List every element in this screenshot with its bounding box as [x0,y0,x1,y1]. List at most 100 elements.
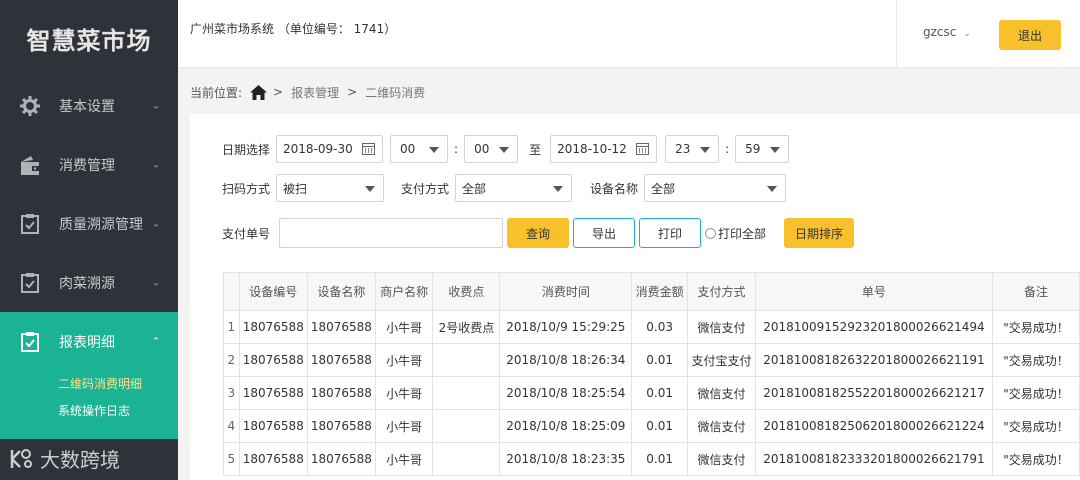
cell-consume-time: 2018/10/8 18:25:09 [499,409,633,443]
table-row[interactable]: 1 18076588 18076588 小牛哥 2号收费点 2018/10/9 15:29… [223,310,1080,344]
calendar-icon [362,143,376,155]
cell-charge-point: 2号收费点 [432,310,501,344]
start-date-input[interactable]: 2018-09-30 [276,135,384,163]
time-colon: : [454,142,459,156]
cell-amount: 0.01 [631,442,689,476]
wallet-icon [18,153,42,177]
date-sort-button[interactable]: 日期排序 [784,218,855,248]
cell-pay-method: 支付宝支付 [687,343,756,377]
cell-remark: "交易成功！ [992,409,1080,443]
cell-row-index: 1 [223,310,240,344]
clipboard-icon [18,212,42,236]
cell-amount: 0.03 [631,310,689,344]
sidebar-item-basic-settings[interactable]: 基本设置 ⌄ [0,76,178,135]
device-name-value: 全部 [651,181,676,196]
home-icon[interactable] [250,84,268,100]
consumption-table: 设备编号 设备名称 商户名称 收费点 消费时间 消费金额 支付方式 单号 备注 … [223,272,1080,476]
action-row: 支付单号 查询 导出 打印 打印全部 日期排序 [222,218,855,248]
date-label: 日期选择 [222,142,271,157]
end-minute-select[interactable]: 59 [735,135,790,163]
column-header[interactable]: 消费金额 [631,272,689,311]
cell-consume-time: 2018/10/9 15:29:25 [499,310,633,344]
sidebar-subnav: 二维码消费明细 系统操作日志 [0,371,178,439]
chevron-down-icon: ⌄ [151,218,160,229]
pay-no-input[interactable] [279,218,504,248]
query-button[interactable]: 查询 [507,218,570,248]
end-minute-value: 59 [745,142,761,156]
chevron-up-icon: ⌃ [151,336,160,347]
sidebar-item-label: 报表明细 [59,334,115,351]
start-minute-select[interactable]: 00 [464,135,519,163]
cell-pay-method: 微信支付 [687,310,756,344]
pay-method-select[interactable]: 全部 [455,174,573,202]
table-row[interactable]: 4 18076588 18076588 小牛哥 2018/10/8 18:25:09 0.… [223,409,1080,443]
subnav-item-operation-log[interactable]: 系统操作日志 [58,398,178,425]
start-date-value: 2018-09-30 [283,142,353,156]
export-button[interactable]: 导出 [573,218,636,248]
column-header[interactable]: 备注 [992,272,1080,311]
cell-device-id: 18076588 [238,409,308,443]
cell-amount: 0.01 [631,343,689,377]
cell-merchant-name: 小牛哥 [374,310,434,344]
cell-row-index: 2 [223,343,240,377]
app-logo: 智慧菜市场 [26,25,152,55]
cell-device-id: 18076588 [238,442,308,476]
scan-method-select[interactable]: 被扫 [276,174,385,202]
table-row[interactable]: 3 18076588 18076588 小牛哥 2018/10/8 18:25:54 0.… [223,376,1080,410]
chevron-down-icon: ⌄ [151,100,160,111]
cell-order-no: 20181008182552201800026621217 [754,376,994,410]
column-header[interactable]: 商户名称 [374,272,434,311]
cell-device-name: 18076588 [306,409,376,443]
cell-merchant-name: 小牛哥 [374,376,434,410]
cell-device-name: 18076588 [306,343,376,377]
chevron-down-icon [429,147,440,153]
sidebar-item-reports[interactable]: 报表明细 ⌃ [0,312,178,371]
chevron-down-icon [499,147,510,153]
column-header[interactable]: 消费时间 [499,272,633,311]
sidebar-item-meat-trace[interactable]: 肉菜溯源 ⌄ [0,253,178,312]
table-row[interactable]: 2 18076588 18076588 小牛哥 2018/10/8 18:26:34 0.… [223,343,1080,377]
select-filter-row: 扫码方式 被扫 支付方式 全部 设备名称 全部 [222,174,787,202]
sidebar: 智慧菜市场 基本设置 ⌄ 消费管理 ⌄ 质量溯源管理 ⌄ 肉菜溯源 ⌄ 报表明细… [0,0,178,480]
subnav-item-qr-consumption[interactable]: 二维码消费明细 [58,371,178,398]
cell-row-index: 4 [223,409,240,443]
chevron-down-icon: ⌄ [963,29,971,39]
print-all-label: 打印全部 [718,226,767,241]
sidebar-item-quality-trace[interactable]: 质量溯源管理 ⌄ [0,194,178,253]
logout-button[interactable]: 退出 [999,20,1061,50]
gear-icon [18,94,42,118]
username: gzcsc [923,25,957,39]
end-date-input[interactable]: 2018-10-12 [550,135,658,163]
watermark: 大数跨境 [8,444,120,473]
cell-pay-method: 微信支付 [687,442,756,476]
column-header[interactable]: 收费点 [432,272,501,311]
cell-device-name: 18076588 [306,376,376,410]
cell-order-no: 20181008182506201800026621224 [754,409,994,443]
device-name-select[interactable]: 全部 [644,174,787,202]
cell-device-id: 18076588 [238,310,308,344]
column-header[interactable]: 单号 [754,272,994,311]
breadcrumb-separator: > [347,85,358,99]
breadcrumb-item[interactable]: 报表管理 [291,84,339,101]
user-area: gzcsc ⌄ 退出 [896,0,1080,68]
start-hour-select[interactable]: 00 [390,135,449,163]
end-hour-select[interactable]: 23 [665,135,720,163]
time-colon: : [725,142,730,156]
sidebar-item-label: 质量溯源管理 [59,216,143,233]
cell-merchant-name: 小牛哥 [374,409,434,443]
column-header[interactable]: 支付方式 [687,272,756,311]
cell-charge-point [432,442,501,476]
print-button[interactable]: 打印 [639,218,702,248]
table-row[interactable]: 5 18076588 18076588 小牛哥 2018/10/8 18:23:35 0.… [223,442,1080,476]
scan-method-value: 被扫 [283,181,308,196]
user-menu[interactable]: gzcsc ⌄ [923,25,971,39]
column-header[interactable]: 设备编号 [238,272,308,311]
cell-charge-point [432,343,501,377]
sidebar-item-consumption[interactable]: 消费管理 ⌄ [0,135,178,194]
cell-merchant-name: 小牛哥 [374,442,434,476]
print-all-radio[interactable] [705,227,717,239]
watermark-logo-icon [8,446,34,472]
chevron-down-icon [365,186,376,192]
cell-remark: "交易成功！ [992,310,1080,344]
column-header[interactable]: 设备名称 [306,272,376,311]
